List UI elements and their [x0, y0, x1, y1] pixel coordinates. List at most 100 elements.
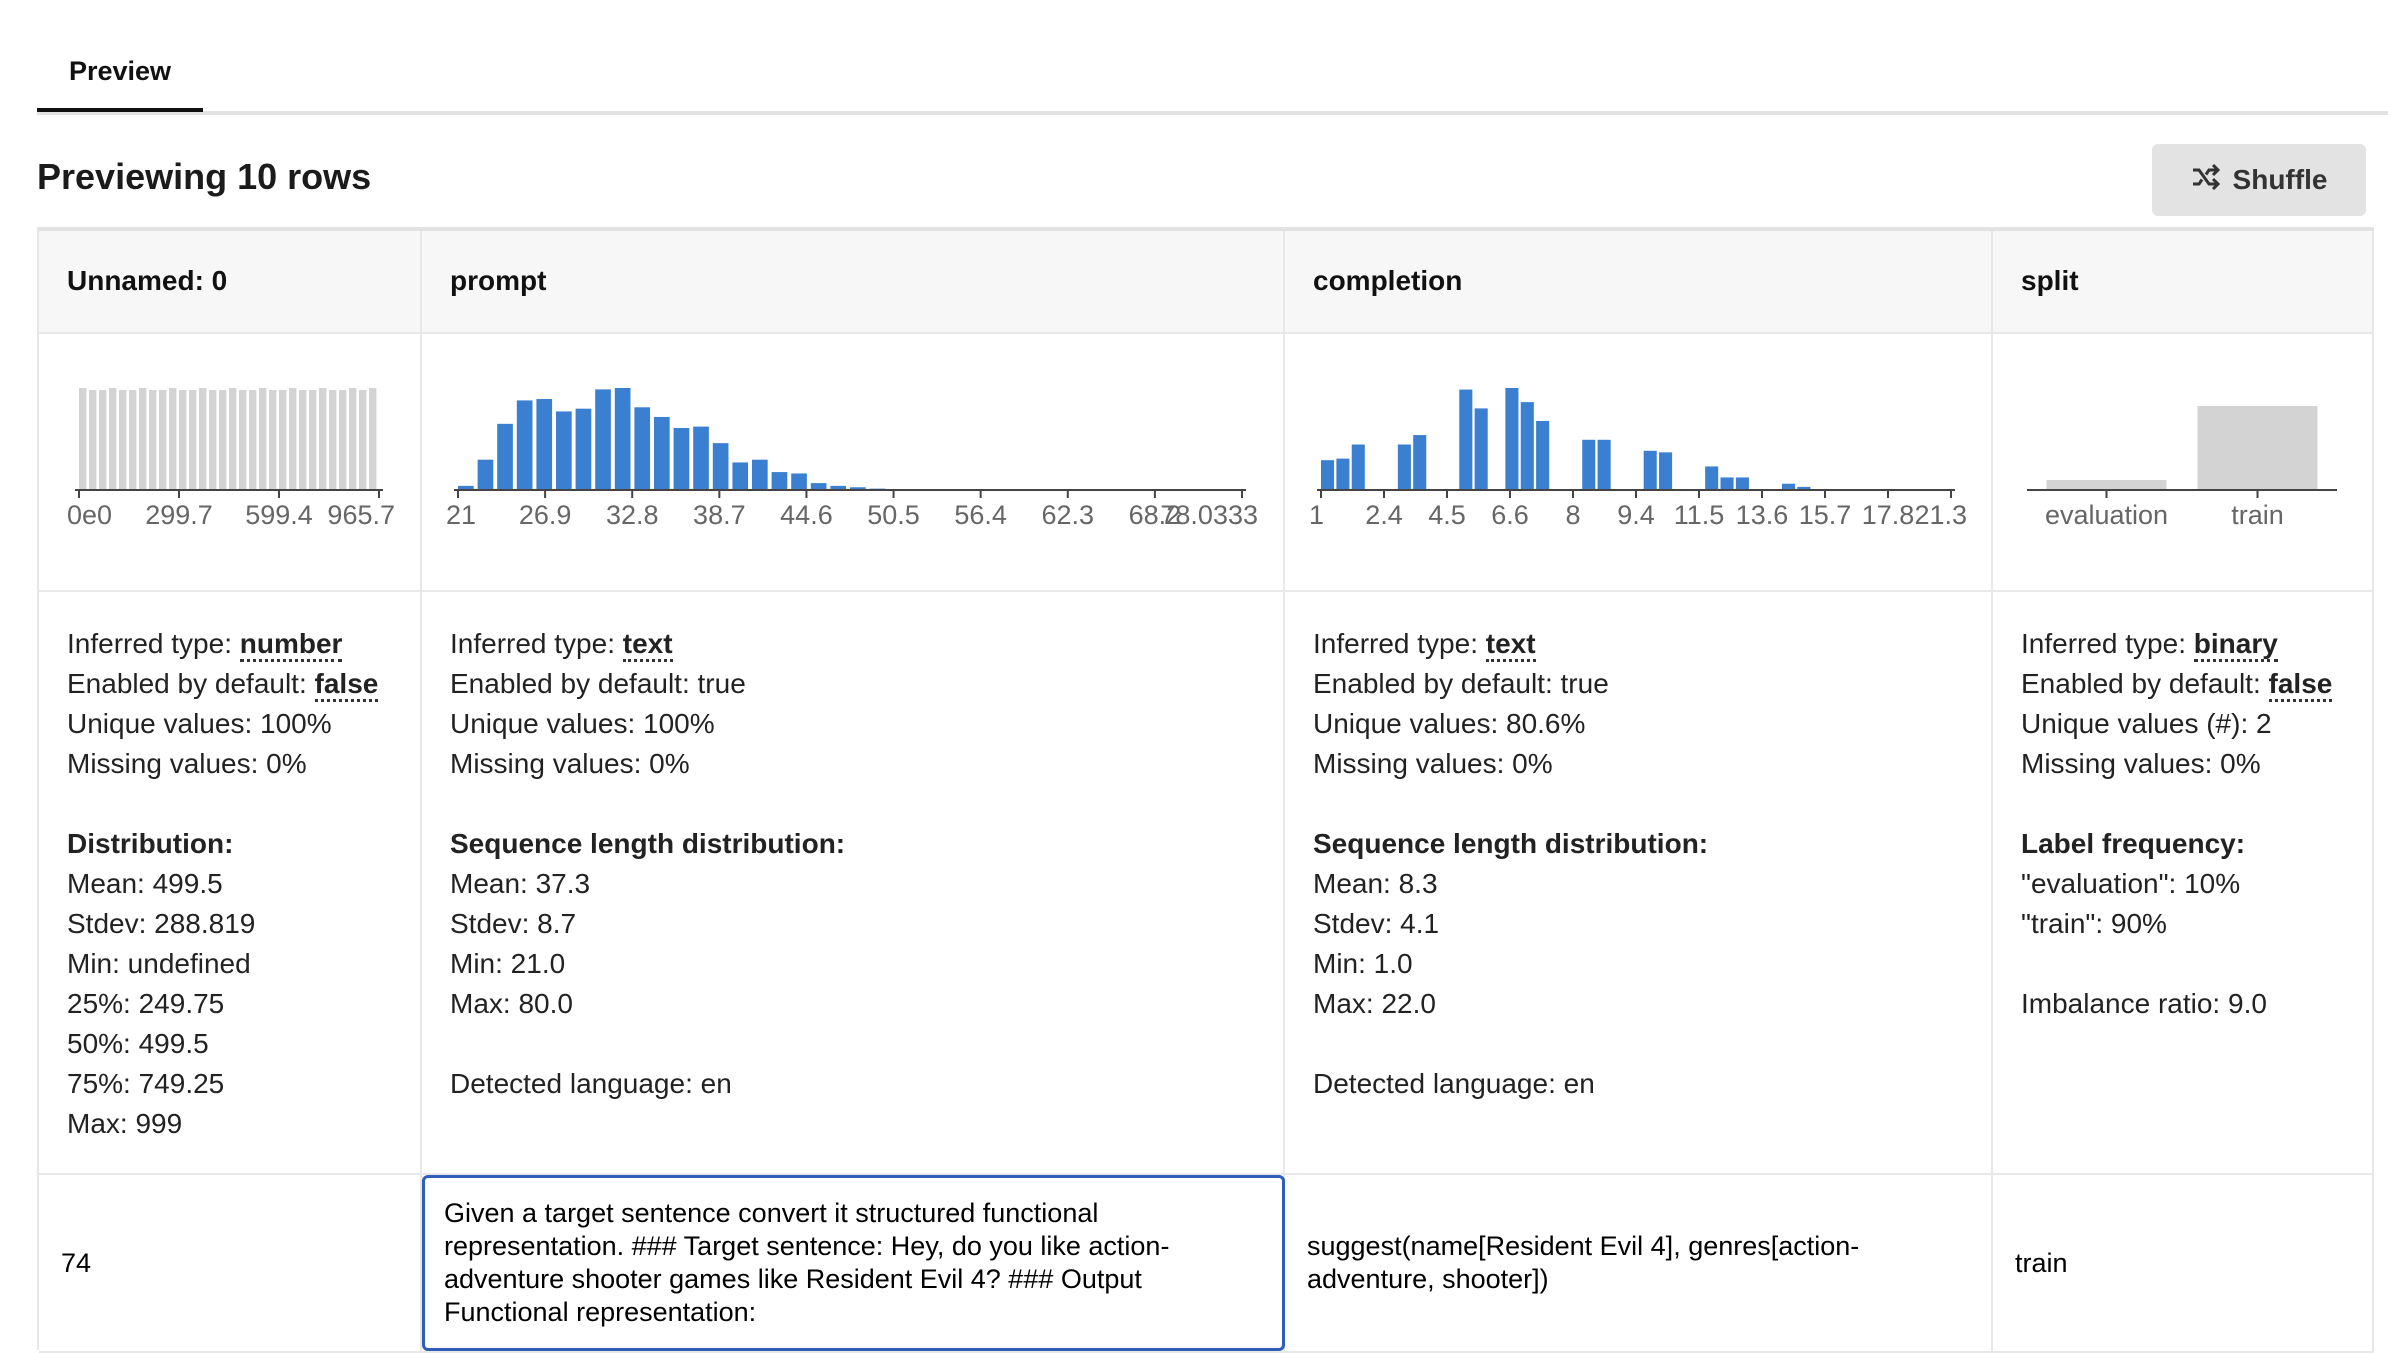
stat-label: Max: 999	[67, 1108, 183, 1139]
stats-cell-completion: Inferred type: text Enabled by default: t…	[1285, 592, 1993, 1173]
stat-line: Missing values: 0%	[450, 744, 845, 784]
column-header-unnamed[interactable]: Unnamed: 0	[39, 231, 422, 332]
data-cell-split[interactable]: train	[1993, 1175, 2374, 1351]
tick-label: 21	[446, 500, 476, 530]
tab-preview[interactable]: Preview	[37, 56, 203, 87]
cell-value: suggest(name[Resident Evil 4], genres[ac…	[1307, 1231, 1860, 1294]
histogram-bar	[339, 390, 347, 490]
histogram-bar	[654, 416, 670, 490]
stat-line: Missing values: 0%	[67, 744, 378, 784]
column-header-prompt[interactable]: prompt	[422, 231, 1285, 332]
stat-value[interactable]: number	[239, 628, 343, 662]
histogram-bar	[614, 388, 631, 490]
stat-label: Unique values: 100%	[67, 708, 332, 739]
page-title: Previewing 10 rows	[37, 156, 372, 197]
histogram-bar	[289, 388, 297, 490]
data-cell-unnamed[interactable]: 74	[39, 1175, 422, 1351]
column-header-label: completion	[1313, 265, 1463, 296]
histogram-bar	[634, 407, 651, 490]
stat-value[interactable]: text	[622, 628, 673, 662]
histogram-bar	[1659, 452, 1673, 490]
stats-list: Inferred type: binary Enabled by default:…	[2021, 624, 2333, 1024]
stats-row: Inferred type: number Enabled by default:…	[39, 592, 2374, 1175]
stat-line: Inferred type: binary	[2021, 624, 2332, 664]
histogram-bar	[369, 388, 377, 490]
histogram-bar	[349, 388, 357, 490]
column-header-label: split	[2021, 265, 2079, 296]
table-row[interactable]: 74 Given a target sentence convert it st…	[39, 1175, 2374, 1353]
stat-line	[1313, 784, 1708, 824]
tick-label: 2.4	[1365, 500, 1403, 530]
histogram-bar	[1351, 444, 1365, 490]
stat-label: Max: 80.0	[450, 988, 573, 1019]
stat-line: Enabled by default: false	[2021, 664, 2333, 704]
column-header-completion[interactable]: completion	[1285, 231, 1993, 332]
tick-label: 38.7	[693, 500, 746, 530]
stat-label: Missing values: 0%	[450, 748, 690, 779]
histogram-bar	[299, 390, 307, 490]
stat-label: Enabled by default:	[2021, 668, 2269, 699]
stat-line: Distribution:	[67, 824, 378, 864]
histogram-bar	[1735, 477, 1749, 490]
stat-label: Enabled by default:	[67, 668, 315, 699]
data-cell-prompt[interactable]: Given a target sentence convert it struc…	[422, 1175, 1285, 1351]
tick-label: 13.6	[1736, 500, 1789, 530]
histogram-bar	[556, 411, 572, 490]
stat-line: Max: 80.0	[450, 984, 845, 1024]
stat-label: Sequence length distribution:	[1313, 828, 1709, 859]
histogram-bar	[1536, 420, 1550, 490]
stat-line: Mean: 8.3	[1313, 864, 1708, 904]
histogram-bar	[771, 472, 788, 490]
stat-label: Inferred type:	[67, 628, 240, 659]
histogram-bar	[1474, 408, 1488, 490]
histogram-bar	[189, 390, 197, 490]
tab-bar: Preview	[37, 0, 2388, 115]
stat-value[interactable]: false	[314, 668, 379, 702]
stat-label: Stdev: 8.7	[450, 908, 577, 939]
histogram-bar	[199, 388, 207, 490]
stat-line: Stdev: 4.1	[1313, 904, 1708, 944]
stat-line: Unique values: 80.6%	[1313, 704, 1708, 744]
histogram-bar	[259, 388, 267, 490]
table-header-row: Unnamed: 0 prompt completion split	[39, 231, 2374, 334]
stat-line: 25%: 249.75	[67, 984, 378, 1024]
stat-line: Inferred type: text	[450, 624, 845, 664]
shuffle-button[interactable]: Shuffle	[2152, 144, 2366, 216]
histogram-bar	[693, 426, 709, 490]
stat-line: Enabled by default: true	[1313, 664, 1708, 704]
histogram-bar	[1413, 435, 1427, 490]
stat-line: Detected language: en	[1313, 1064, 1708, 1104]
stat-label: Mean: 37.3	[450, 868, 591, 899]
stat-label: Inferred type:	[450, 628, 623, 659]
data-cell-completion[interactable]: suggest(name[Resident Evil 4], genres[ac…	[1285, 1175, 1993, 1351]
stat-label: Enabled by default: true	[1313, 668, 1609, 699]
tick-label: 50.5	[867, 500, 920, 530]
histogram-bar	[229, 388, 237, 490]
histogram-cell-split: evaluation train	[1993, 334, 2374, 590]
histogram-bar	[79, 388, 87, 490]
tick-label: evaluation	[2045, 500, 2168, 530]
histogram-bar	[673, 427, 690, 490]
tick-label: 8	[1565, 500, 1580, 530]
histogram-bar	[1336, 458, 1350, 490]
column-header-label: prompt	[450, 265, 547, 296]
histogram-bar	[319, 388, 327, 490]
stat-line	[2021, 944, 2332, 984]
histogram-bar	[89, 390, 97, 490]
tick-label: 6.6	[1491, 500, 1529, 530]
stat-line: Imbalance ratio: 9.0	[2021, 984, 2332, 1024]
stat-value[interactable]: false	[2268, 668, 2333, 702]
stat-line: Sequence length distribution:	[450, 824, 845, 864]
histogram-bar	[1705, 466, 1719, 490]
histogram-cell-prompt: 21 26.9 32.8 38.7 44.6 50.5 56.4 62.3 68.2 78.033…	[422, 334, 1285, 590]
stat-value[interactable]: binary	[2193, 628, 2278, 662]
histogram-bar	[575, 408, 592, 490]
histogram-bar	[329, 390, 337, 490]
tick-label: 78.0333	[1160, 500, 1258, 530]
stat-value[interactable]: text	[1485, 628, 1536, 662]
stat-line: "train": 90%	[2021, 904, 2332, 944]
tick-label: 26.9	[519, 500, 572, 530]
stat-label: Label frequency:	[2021, 828, 2246, 859]
histogram-bar	[129, 390, 137, 490]
column-header-split[interactable]: split	[1993, 231, 2374, 332]
